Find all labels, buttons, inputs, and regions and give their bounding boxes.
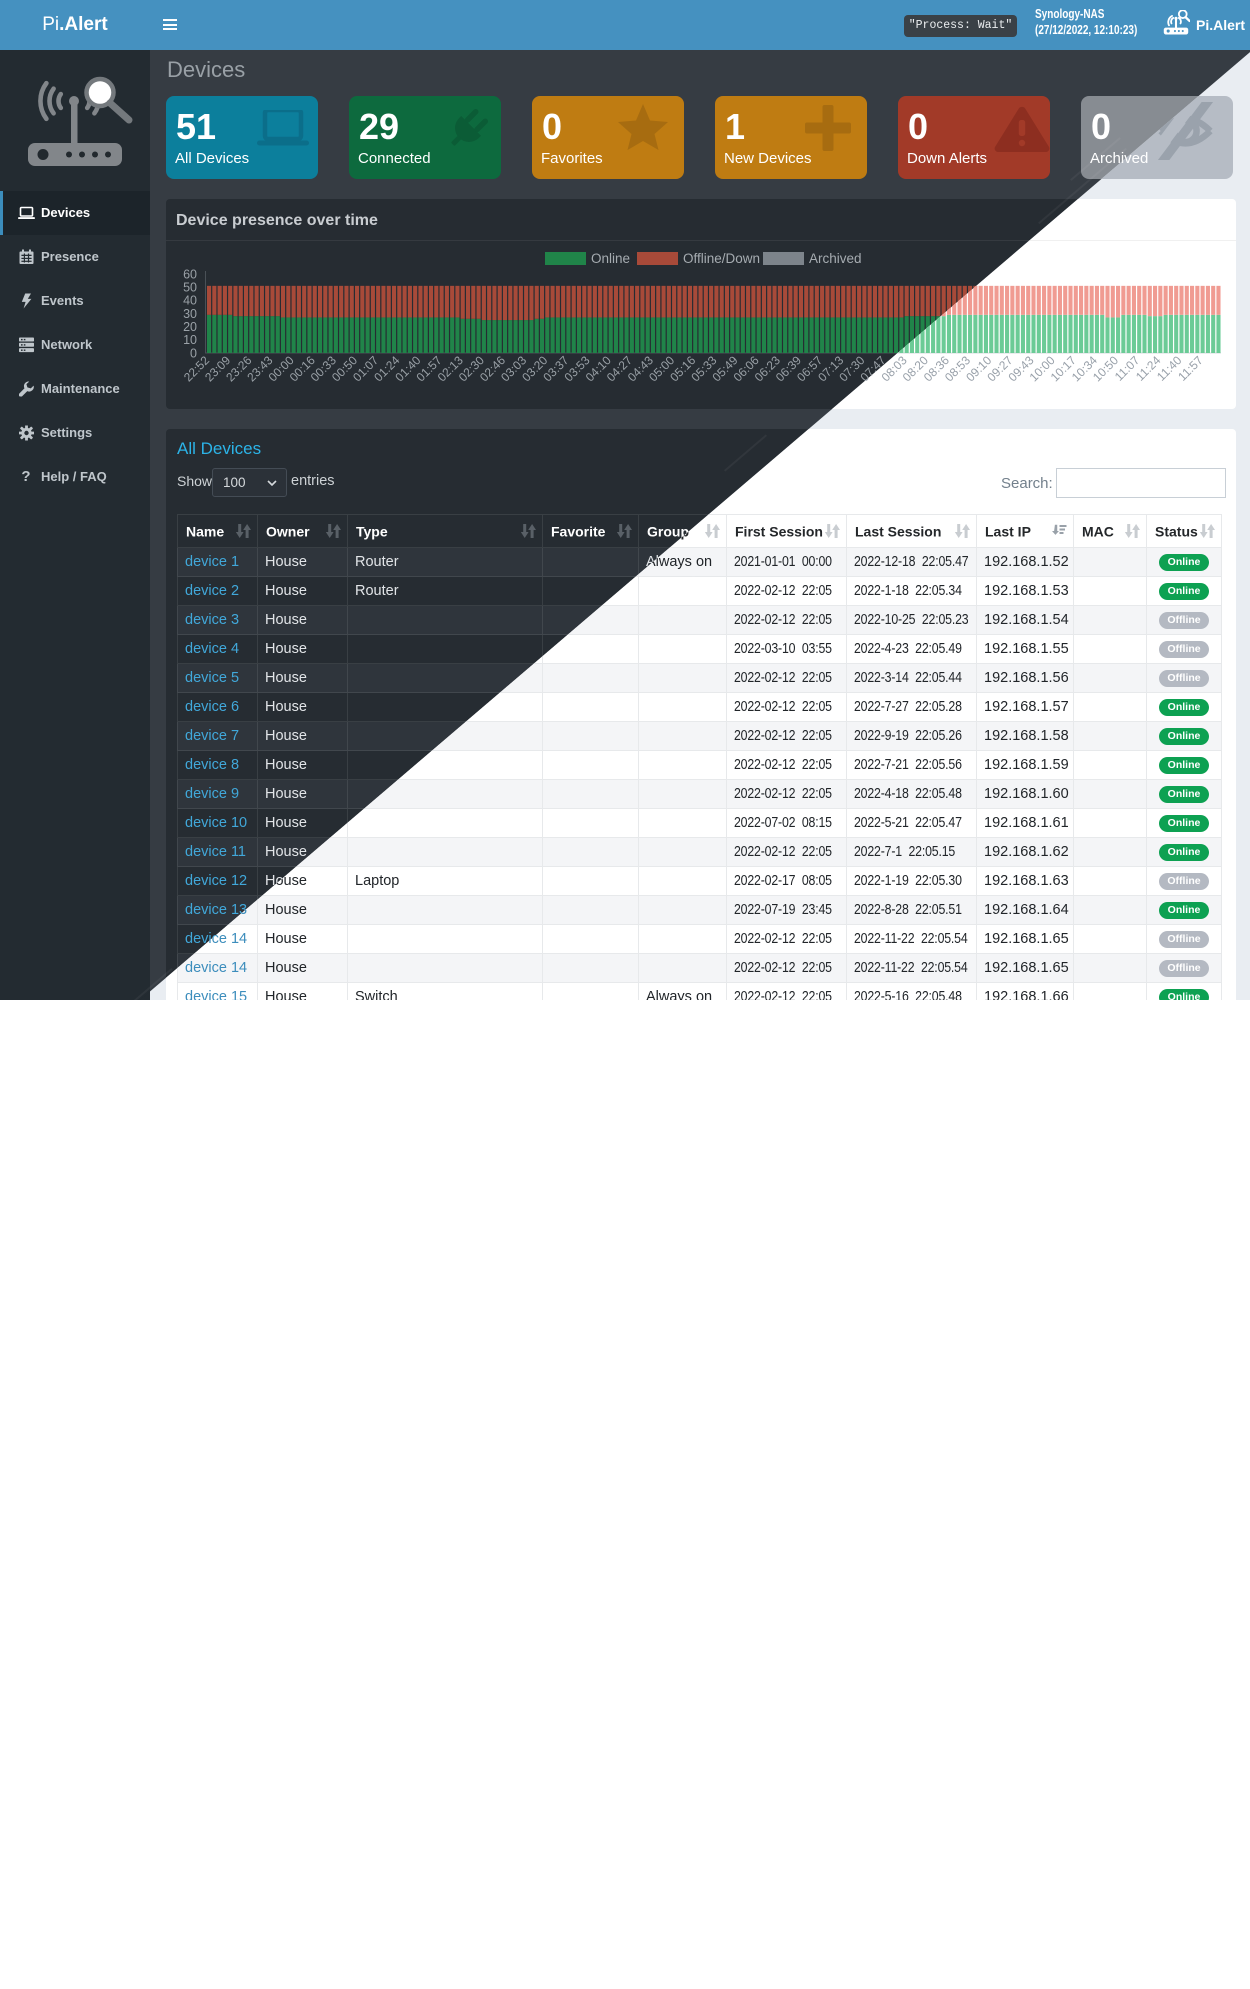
svg-text:30: 30 — [183, 307, 197, 321]
svg-text:40: 40 — [183, 294, 197, 308]
svg-text:20: 20 — [183, 320, 197, 334]
svg-text:60: 60 — [183, 267, 197, 281]
svg-text:10: 10 — [183, 333, 197, 347]
svg-text:50: 50 — [183, 281, 197, 295]
svg-text:11:57: 11:57 — [1175, 353, 1206, 384]
